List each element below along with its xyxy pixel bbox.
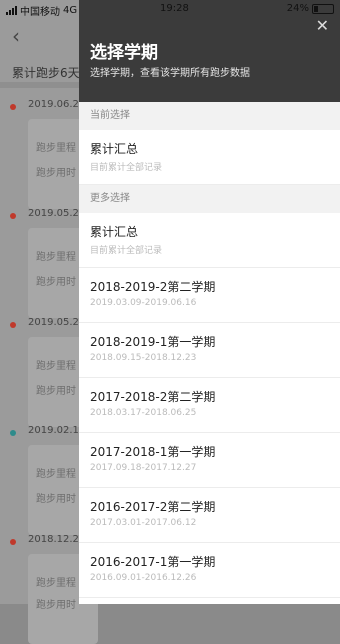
distance-label: 跑步里程 (36, 143, 76, 154)
more-options-header: 更多选择 (79, 185, 340, 213)
semester-drawer: ✕ 选择学期 选择学期，查看该学期所有跑步数据 当前选择 累计汇总 目前累计全部… (79, 0, 340, 604)
option-desc: 目前累计全部记录 (90, 163, 163, 173)
run-date: 2019.05.24 (28, 208, 86, 219)
duration-label: 跑步用时 (36, 277, 76, 288)
option-name: 2017-2018-1第一学期 (90, 445, 216, 459)
signal-icon (6, 6, 17, 15)
run-summary: 累计跑步6天 (12, 66, 80, 80)
option-name: 2016-2017-1第一学期 (90, 555, 216, 569)
option-desc: 2018.03.17-2018.06.25 (90, 408, 197, 418)
option-desc: 2019.03.09-2019.06.16 (90, 298, 197, 308)
duration-label: 跑步用时 (36, 494, 76, 505)
option-desc: 2018.09.15-2018.12.23 (90, 353, 197, 363)
status-dot-icon (10, 539, 16, 545)
network-label: 4G (63, 5, 78, 16)
option-name: 2018-2019-1第一学期 (90, 335, 216, 349)
semester-option[interactable]: 2017-2018-1第一学期 2017.09.18-2017.12.27 (79, 433, 340, 488)
option-desc: 2016.09.01-2016.12.26 (90, 573, 197, 583)
semester-option[interactable]: 2016-2017-1第一学期 2016.09.01-2016.12.26 (79, 543, 340, 598)
option-name: 2018-2019-2第二学期 (90, 280, 216, 294)
close-icon[interactable]: ✕ (316, 16, 329, 35)
semester-option[interactable]: 累计汇总 目前累计全部记录 (79, 213, 340, 268)
status-dot-icon (10, 430, 16, 436)
distance-label: 跑步里程 (36, 361, 76, 372)
run-date: 2019.06.21 (28, 99, 86, 110)
carrier-label: 中国移动 (20, 7, 60, 18)
current-semester-option[interactable]: 累计汇总 目前累计全部记录 (79, 130, 340, 185)
semester-option[interactable]: 2017-2018-2第二学期 2018.03.17-2018.06.25 (79, 378, 340, 433)
option-name: 2016-2017-2第二学期 (90, 500, 216, 514)
semester-option[interactable]: 2016-2017-2第二学期 2017.03.01-2017.06.12 (79, 488, 340, 543)
semester-option[interactable]: 2018-2019-1第一学期 2018.09.15-2018.12.23 (79, 323, 340, 378)
status-dot-icon (10, 322, 16, 328)
semester-option[interactable]: 2018-2019-2第二学期 2019.03.09-2019.06.16 (79, 268, 340, 323)
run-date: 2018.12.27 (28, 534, 86, 545)
back-arrow-icon[interactable]: ‹ (12, 24, 20, 48)
distance-label: 跑步里程 (36, 578, 76, 589)
run-date: 2019.05.22 (28, 317, 86, 328)
distance-label: 跑步里程 (36, 469, 76, 480)
status-dot-icon (10, 104, 16, 110)
drawer-title: 选择学期 (90, 43, 158, 63)
option-desc: 2017.09.18-2017.12.27 (90, 463, 197, 473)
status-bar: 中国移动 4G 19:28 24% (0, 0, 340, 18)
battery-percent: 24% (286, 3, 309, 14)
status-time: 19:28 (160, 3, 189, 14)
option-name: 累计汇总 (90, 142, 139, 156)
status-dot-icon (10, 213, 16, 219)
distance-label: 跑步里程 (36, 252, 76, 263)
duration-label: 跑步用时 (36, 386, 76, 397)
option-name: 累计汇总 (90, 225, 139, 239)
option-desc: 目前累计全部记录 (90, 246, 163, 256)
option-name: 2017-2018-2第二学期 (90, 390, 216, 404)
duration-label: 跑步用时 (36, 168, 76, 179)
drawer-subtitle: 选择学期，查看该学期所有跑步数据 (90, 68, 250, 79)
option-desc: 2017.03.01-2017.06.12 (90, 518, 197, 528)
battery-icon (312, 3, 334, 14)
run-date: 2019.02.13 (28, 425, 86, 436)
current-selection-header: 当前选择 (79, 102, 340, 130)
